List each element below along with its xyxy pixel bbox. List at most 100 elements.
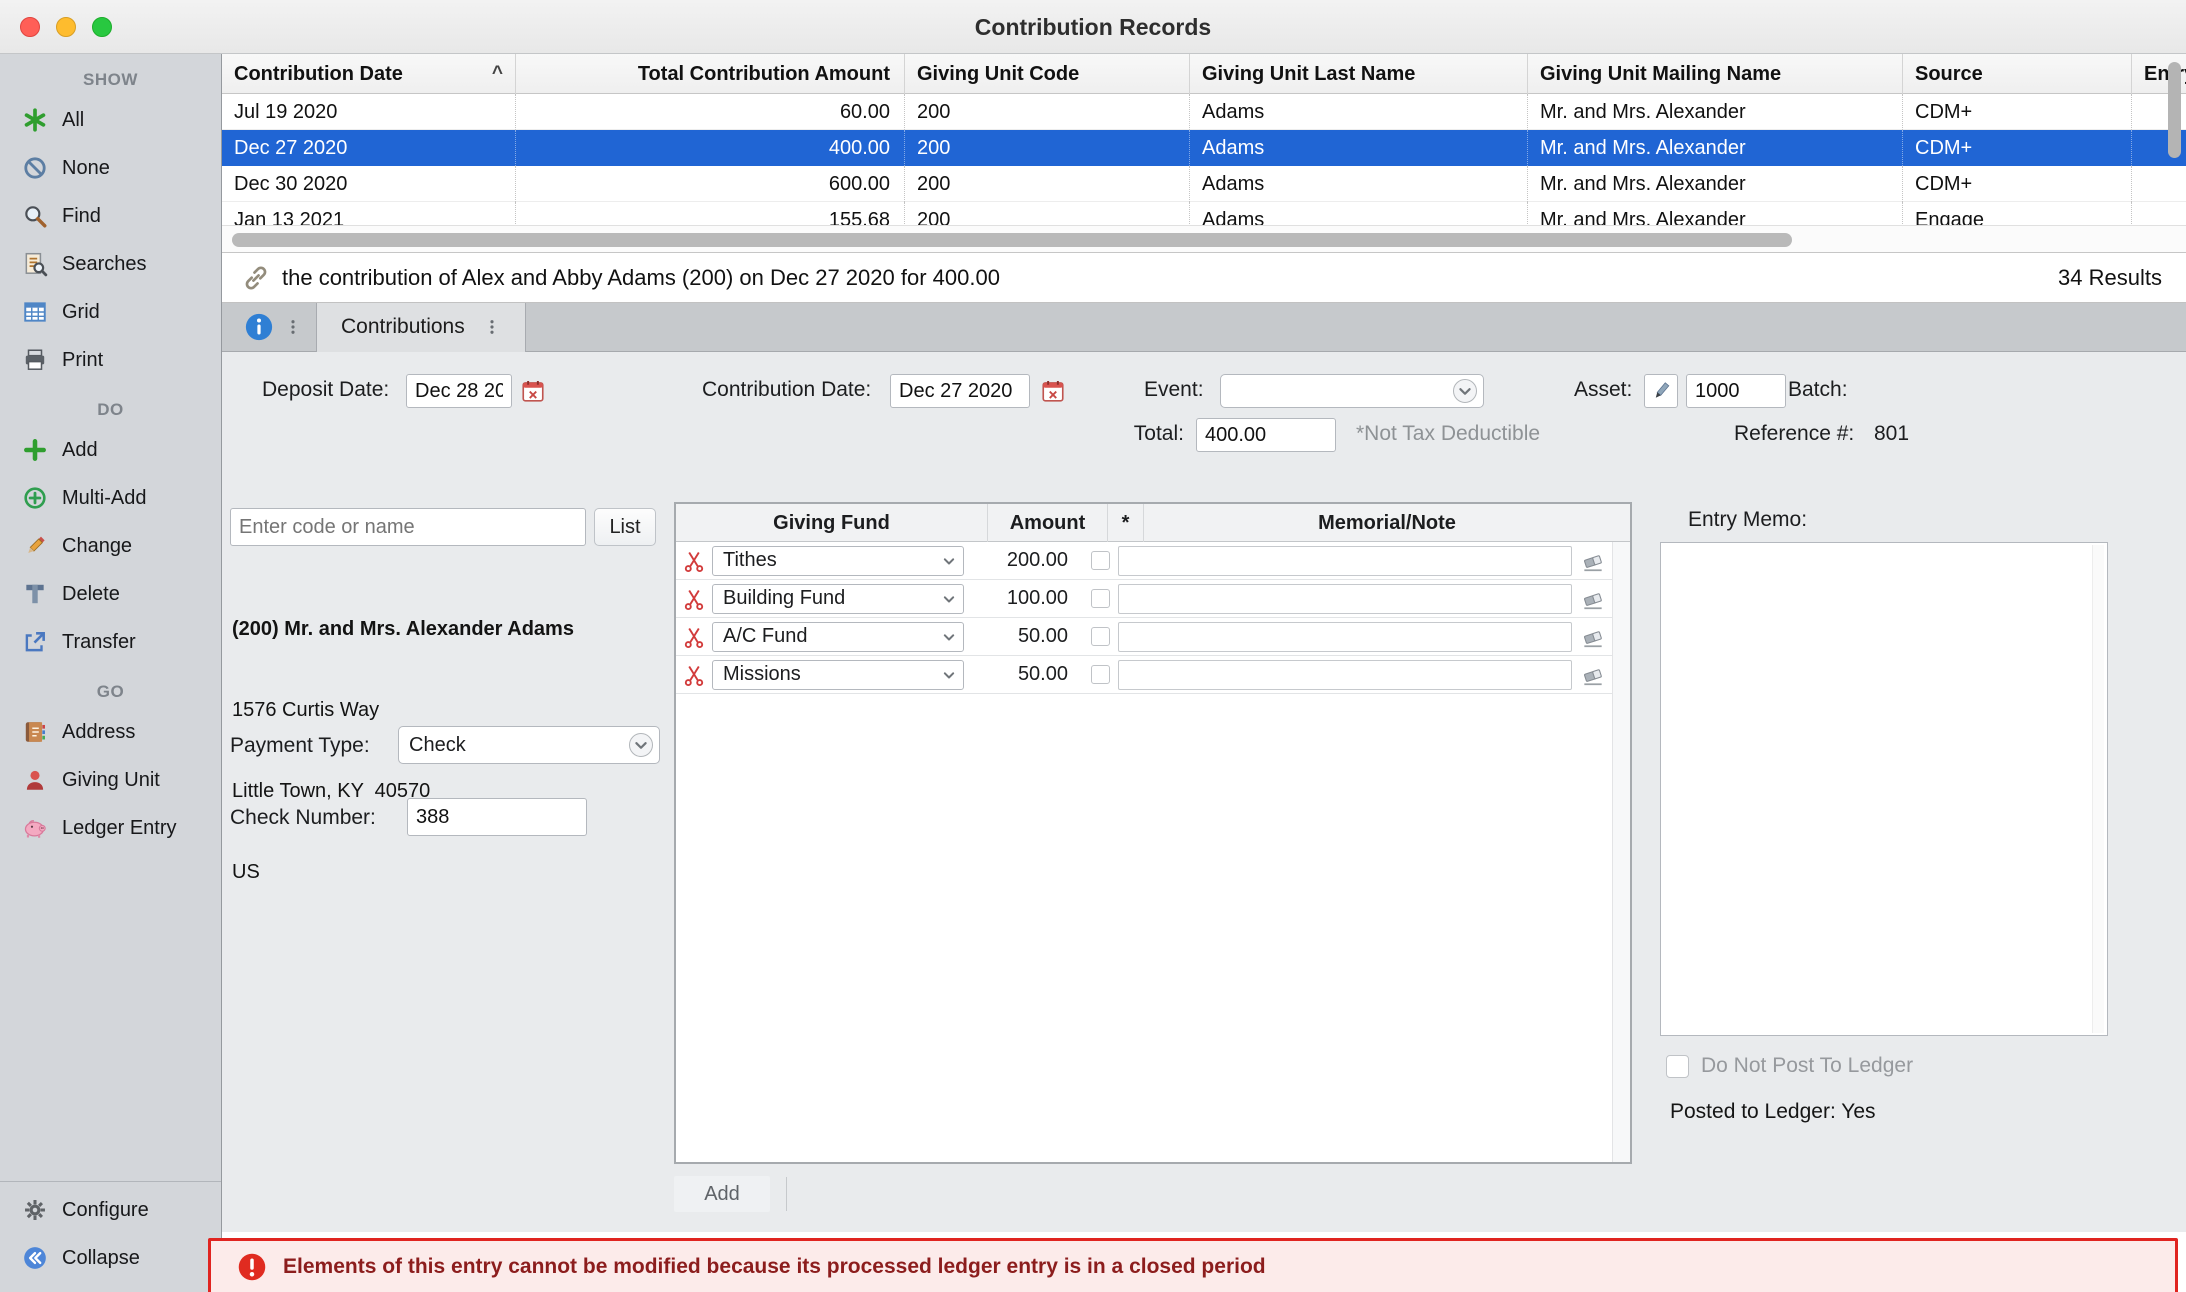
code-search-input[interactable] bbox=[230, 508, 586, 546]
sidebar-item-ledger-entry[interactable]: Ledger Entry bbox=[0, 804, 221, 852]
memorial-note-input[interactable] bbox=[1118, 584, 1572, 614]
zoom-button[interactable] bbox=[92, 17, 112, 37]
calendar-icon[interactable] bbox=[1040, 378, 1066, 404]
memorial-note-input[interactable] bbox=[1118, 622, 1572, 652]
event-select[interactable] bbox=[1220, 374, 1484, 408]
eraser-icon[interactable] bbox=[1580, 662, 1606, 688]
sidebar-item-find[interactable]: Find bbox=[0, 192, 221, 240]
total-input[interactable] bbox=[1196, 418, 1336, 452]
eraser-icon[interactable] bbox=[1580, 624, 1606, 650]
sidebar-item-grid[interactable]: Grid bbox=[0, 288, 221, 336]
close-button[interactable] bbox=[20, 17, 40, 37]
scissors-icon[interactable] bbox=[682, 663, 706, 687]
scissors-icon[interactable] bbox=[682, 549, 706, 573]
fund-amount[interactable]: 50.00 bbox=[964, 625, 1082, 648]
sidebar-item-add[interactable]: Add bbox=[0, 426, 221, 474]
payment-type-select[interactable]: Check bbox=[398, 726, 660, 764]
sidebar-item-none[interactable]: None bbox=[0, 144, 221, 192]
table-row[interactable]: Dec 27 2020400.00200AdamsMr. and Mrs. Al… bbox=[222, 130, 2186, 166]
check-number-input[interactable] bbox=[407, 798, 587, 836]
cell-total-contribution-amount: 60.00 bbox=[516, 94, 905, 130]
fund-row: Missions50.00 bbox=[676, 656, 1612, 694]
info-icon[interactable] bbox=[244, 312, 274, 342]
fund-amount[interactable]: 100.00 bbox=[964, 587, 1082, 610]
check-number-label: Check Number: bbox=[230, 800, 376, 836]
asset-input[interactable] bbox=[1686, 374, 1786, 408]
add-button[interactable]: Add bbox=[674, 1176, 770, 1212]
cell-giving-unit-mailing-name: Mr. and Mrs. Alexander bbox=[1528, 130, 1903, 166]
address-book-icon bbox=[22, 719, 48, 745]
sidebar-item-giving-unit[interactable]: Giving Unit bbox=[0, 756, 221, 804]
calendar-icon[interactable] bbox=[520, 378, 546, 404]
horizontal-scrollbar-thumb[interactable] bbox=[232, 233, 1792, 247]
sidebar-item-print[interactable]: Print bbox=[0, 336, 221, 384]
column-header-total-contribution-amount[interactable]: Total Contribution Amount bbox=[516, 54, 905, 94]
scissors-icon[interactable] bbox=[682, 587, 706, 611]
scissors-icon[interactable] bbox=[682, 625, 706, 649]
column-header-giving-unit-code[interactable]: Giving Unit Code bbox=[905, 54, 1190, 94]
sidebar-item-delete[interactable]: Delete bbox=[0, 570, 221, 618]
vertical-dots-icon[interactable] bbox=[483, 314, 501, 340]
tax-deductible-checkbox[interactable] bbox=[1091, 665, 1110, 684]
vertical-dots-icon[interactable] bbox=[284, 314, 302, 340]
pencil-icon bbox=[1649, 379, 1673, 403]
memorial-note-input[interactable] bbox=[1118, 660, 1572, 690]
eraser-icon[interactable] bbox=[1580, 548, 1606, 574]
sidebar-item-multi-add[interactable]: Multi-Add bbox=[0, 474, 221, 522]
column-header-contribution-date[interactable]: Contribution Date ^ bbox=[222, 54, 516, 94]
chevron-down-icon bbox=[629, 733, 653, 757]
column-header-source[interactable]: Source bbox=[1903, 54, 2132, 94]
sidebar-item-label: Address bbox=[62, 721, 135, 744]
cell-entry bbox=[2132, 202, 2186, 226]
table-row[interactable]: Dec 30 2020600.00200AdamsMr. and Mrs. Al… bbox=[222, 166, 2186, 202]
giving-unit-address-line1: 1576 Curtis Way bbox=[232, 697, 574, 724]
memorial-note-input[interactable] bbox=[1118, 546, 1572, 576]
eraser-icon[interactable] bbox=[1580, 586, 1606, 612]
cell-source: CDM+ bbox=[1903, 130, 2132, 166]
entry-memo-label: Entry Memo: bbox=[1688, 502, 1807, 538]
sidebar-footer-items: ConfigureCollapse bbox=[0, 1186, 221, 1292]
sidebar-item-collapse[interactable]: Collapse bbox=[0, 1234, 221, 1282]
sidebar-section-heading: DO bbox=[0, 400, 221, 420]
window-title: Contribution Records bbox=[0, 0, 2186, 54]
sidebar-item-searches[interactable]: Searches bbox=[0, 240, 221, 288]
sidebar-item-address[interactable]: Address bbox=[0, 708, 221, 756]
tax-deductible-checkbox[interactable] bbox=[1091, 627, 1110, 646]
memo-scrollbar-track[interactable] bbox=[2092, 545, 2104, 1033]
giving-fund-select[interactable]: A/C Fund bbox=[712, 622, 964, 652]
fund-amount[interactable]: 50.00 bbox=[964, 663, 1082, 686]
column-header-giving-unit-last-name[interactable]: Giving Unit Last Name bbox=[1190, 54, 1528, 94]
tax-deductible-checkbox[interactable] bbox=[1091, 551, 1110, 570]
giving-fund-select[interactable]: Tithes bbox=[712, 546, 964, 576]
sidebar-item-change[interactable]: Change bbox=[0, 522, 221, 570]
fund-amount[interactable]: 200.00 bbox=[964, 549, 1082, 572]
sidebar-item-label: Change bbox=[62, 535, 132, 558]
vertical-scrollbar[interactable] bbox=[2168, 62, 2181, 158]
reference-value: 801 bbox=[1874, 416, 1909, 452]
list-button[interactable]: List bbox=[594, 508, 656, 546]
pencil-icon bbox=[22, 533, 48, 559]
sidebar-item-transfer[interactable]: Transfer bbox=[0, 618, 221, 666]
table-row[interactable]: Jul 19 202060.00200AdamsMr. and Mrs. Ale… bbox=[222, 94, 2186, 130]
giving-fund-select[interactable]: Building Fund bbox=[712, 584, 964, 614]
funds-scrollbar-track[interactable] bbox=[1612, 542, 1630, 1162]
tax-deductible-checkbox[interactable] bbox=[1091, 589, 1110, 608]
horizontal-scrollbar[interactable] bbox=[222, 225, 2186, 253]
do-not-post-checkbox[interactable] bbox=[1666, 1055, 1689, 1078]
contribution-date-input[interactable] bbox=[890, 374, 1030, 408]
asset-edit-button[interactable] bbox=[1644, 374, 1678, 408]
tab-contributions[interactable]: Contributions bbox=[316, 303, 526, 352]
sidebar-item-all[interactable]: All bbox=[0, 96, 221, 144]
giving-fund-select[interactable]: Missions bbox=[712, 660, 964, 690]
sidebar-item-configure[interactable]: Configure bbox=[0, 1186, 221, 1234]
cell-contribution-date: Dec 30 2020 bbox=[222, 166, 516, 202]
fund-row: Tithes200.00 bbox=[676, 542, 1612, 580]
deposit-date-input[interactable] bbox=[406, 374, 512, 408]
table-row[interactable]: Jan 13 2021155.68200AdamsMr. and Mrs. Al… bbox=[222, 202, 2186, 225]
column-header-giving-unit-mailing-name[interactable]: Giving Unit Mailing Name bbox=[1528, 54, 1903, 94]
entry-memo-textarea[interactable] bbox=[1660, 542, 2108, 1036]
funds-column-giving-fund: Giving Fund bbox=[676, 504, 988, 542]
minimize-button[interactable] bbox=[56, 17, 76, 37]
chevron-down-icon bbox=[939, 551, 959, 571]
tab-bar: Contributions bbox=[222, 303, 2186, 352]
